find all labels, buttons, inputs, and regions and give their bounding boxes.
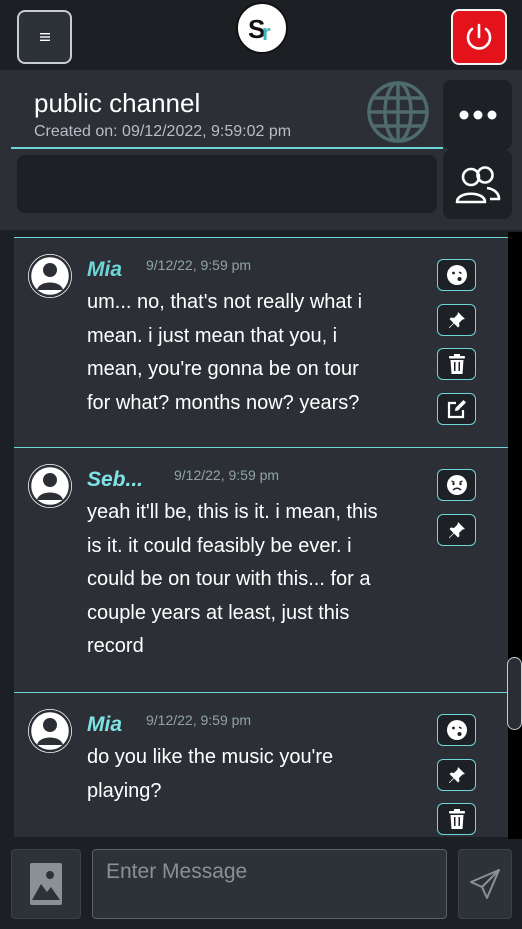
avatar[interactable]	[28, 464, 72, 508]
hamburger-icon	[39, 33, 50, 41]
user-icon	[28, 464, 72, 508]
message-text: um... no, that's not really what i mean.…	[87, 291, 363, 414]
channel-created-date: Created on: 09/12/2022, 9:59:02 pm	[34, 123, 292, 140]
message-timestamp: 9/12/22, 9:59 pm	[146, 257, 252, 273]
delete-button[interactable]	[437, 803, 476, 835]
delete-button[interactable]	[437, 348, 476, 380]
pin-button[interactable]	[437, 759, 476, 791]
edit-button[interactable]	[437, 393, 476, 425]
more-options-button[interactable]	[443, 80, 512, 150]
react-icon	[446, 720, 467, 740]
top-bar: S r	[0, 0, 522, 70]
channel-header: public channel Created on: 09/12/2022, 9…	[0, 70, 522, 230]
message-timestamp: 9/12/22, 9:59 pm	[146, 712, 252, 728]
chat-page: S r public channel Created on: 09/12/202…	[0, 0, 522, 929]
user-icon	[28, 254, 72, 298]
pin-icon	[448, 312, 465, 328]
globe-icon[interactable]	[366, 80, 430, 144]
message-author[interactable]: Mia	[87, 713, 122, 737]
users-icon	[455, 165, 500, 203]
scrollbar-thumb[interactable]	[507, 657, 522, 730]
pin-button[interactable]	[437, 304, 476, 336]
scrollbar-track[interactable]	[508, 232, 522, 839]
react-button[interactable]	[437, 469, 476, 501]
user-icon	[28, 709, 72, 753]
channel-divider	[11, 147, 443, 149]
power-button[interactable]	[451, 9, 507, 65]
react-icon	[446, 265, 467, 285]
message-item: Mia 9/12/22, 9:59 pm um... no, that's no…	[14, 237, 508, 447]
delete-icon	[448, 354, 465, 374]
logo-mark: S r	[248, 14, 271, 45]
message-author[interactable]: Mia	[87, 258, 122, 282]
message-text: yeah it'll be, this is it. i mean, this …	[87, 501, 378, 658]
send-button[interactable]	[458, 849, 512, 919]
message-item: Mia 9/12/22, 9:59 pm do you like the mus…	[14, 692, 508, 837]
message-input[interactable]	[92, 849, 447, 919]
send-icon	[470, 869, 500, 899]
pin-icon	[448, 767, 465, 783]
message-author[interactable]: Seb...	[87, 468, 143, 492]
attach-image-button[interactable]	[11, 849, 81, 919]
channel-topic-box	[17, 155, 437, 213]
delete-icon	[448, 809, 465, 829]
message-item: Seb... 9/12/22, 9:59 pm yeah it'll be, t…	[14, 447, 508, 692]
avatar[interactable]	[28, 254, 72, 298]
react-button[interactable]	[437, 259, 476, 291]
menu-button[interactable]	[17, 10, 72, 64]
message-timestamp: 9/12/22, 9:59 pm	[174, 467, 280, 483]
svg-text:r: r	[262, 20, 271, 45]
channel-title: public channel	[34, 88, 201, 118]
image-icon	[30, 863, 62, 905]
avatar[interactable]	[28, 709, 72, 753]
message-composer	[0, 839, 522, 929]
more-dots-icon	[459, 110, 496, 120]
members-button[interactable]	[443, 150, 512, 219]
react-icon	[446, 475, 467, 495]
pin-icon	[448, 522, 465, 538]
app-logo[interactable]: S r	[236, 2, 288, 54]
react-button[interactable]	[437, 714, 476, 746]
power-icon	[466, 23, 492, 50]
pin-button[interactable]	[437, 514, 476, 546]
edit-icon	[447, 400, 466, 419]
message-text: do you like the music you're playing?	[87, 746, 334, 802]
message-list[interactable]: Mia 9/12/22, 9:59 pm um... no, that's no…	[14, 237, 508, 837]
